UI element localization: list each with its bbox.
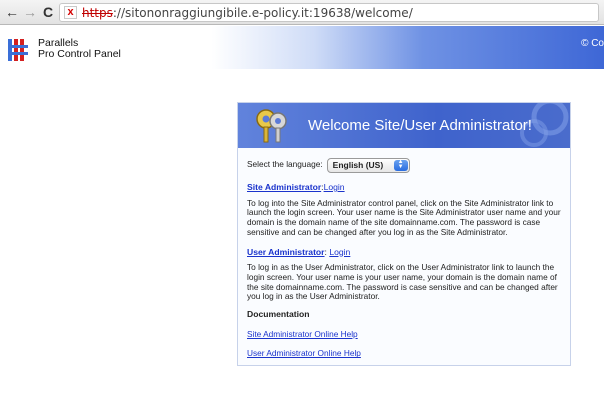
back-arrow-icon[interactable]: ← [4,4,20,20]
panel-content: Select the language: English (US) ▲ ▼ Sit… [247,157,563,359]
insecure-lock-icon[interactable]: x [64,6,77,19]
user-admin-link[interactable]: User Administrator [247,247,325,257]
language-row: Select the language: English (US) ▲ ▼ [247,157,563,173]
select-arrows-icon: ▲ ▼ [393,159,408,171]
copyright-text: © Co [581,38,604,49]
user-admin-heading: User Administrator: Login [247,247,563,258]
keys-icon [256,109,287,143]
user-admin-description: To log in as the User Administrator, cli… [247,262,558,302]
language-select-value: English (US) [332,159,384,170]
app-header: Parallels Pro Control Panel © Co [0,26,604,69]
browser-toolbar: ← → C x https://sitononraggiungibile.e-p… [0,0,604,25]
documentation-heading: Documentation [247,309,310,320]
site-admin-link[interactable]: Site Administrator [247,182,321,192]
address-bar[interactable]: x https://sitononraggiungibile.e-policy.… [59,3,599,22]
welcome-panel: Welcome Site/User Administrator! Select … [237,102,571,366]
site-admin-help-link[interactable]: Site Administrator Online Help [247,329,563,340]
language-select[interactable]: English (US) ▲ ▼ [326,157,410,173]
forward-arrow-icon[interactable]: → [22,4,38,20]
site-admin-login-link[interactable]: Login [324,182,345,192]
logo-line-2: Pro Control Panel [38,48,121,60]
welcome-title: Welcome Site/User Administrator! [308,117,532,134]
url-host-path: ://sitononraggiungibile.e-policy.it:1963… [112,6,413,20]
reload-icon[interactable]: C [40,4,56,20]
site-admin-description: To log into the Site Administrator contr… [247,197,561,237]
welcome-banner: Welcome Site/User Administrator! [238,103,570,148]
url-text[interactable]: https://sitononraggiungibile.e-policy.it… [82,6,413,20]
user-admin-login-link[interactable]: Login [329,247,350,257]
site-admin-heading: Site Administrator:Login [247,182,563,193]
user-admin-help-link[interactable]: User Administrator Online Help [247,349,563,359]
product-name: Parallels Pro Control Panel [38,38,121,60]
language-label: Select the language: [247,159,323,170]
parallels-logo-icon [8,39,28,61]
url-scheme: https [82,6,113,20]
